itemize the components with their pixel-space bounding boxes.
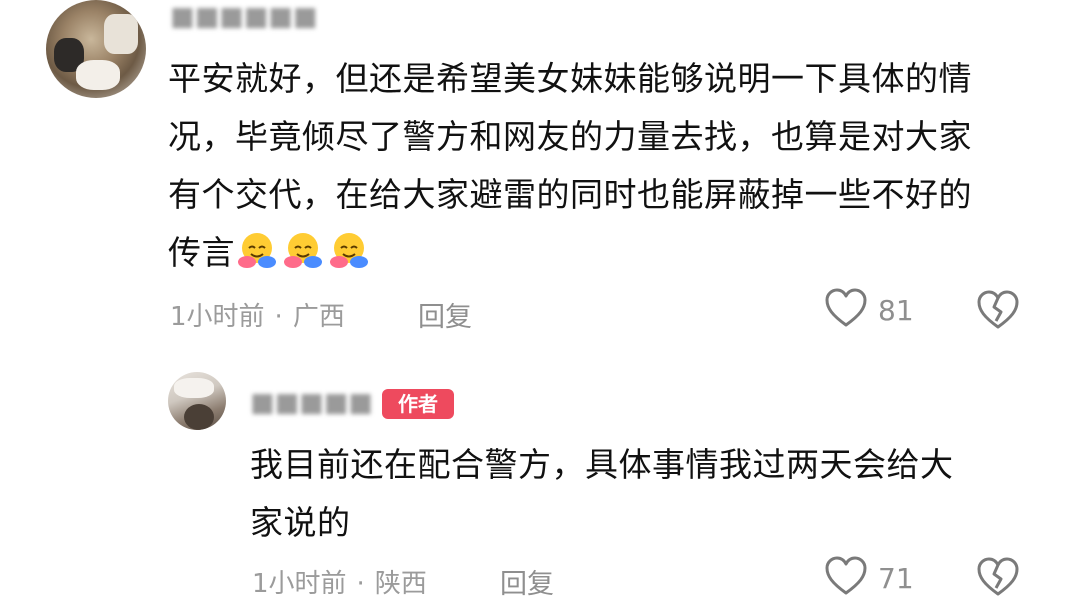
comment-region: 广西 [292,302,345,332]
comment-line: 有个交代，在给大家避雷的同时也能屏蔽掉一些不好的 [168,175,972,214]
reply-time: 1小时前 [252,569,347,599]
comment-line: 平安就好，但还是希望美女妹妹能够说明一下具体的情 [168,59,972,98]
reply-button[interactable]: 回复 [418,295,472,334]
hug-emoji-icon [235,228,279,272]
reply-meta: 1小时前 · 陕西 [252,563,427,600]
meta-separator: · [274,302,283,332]
like-button[interactable]: 81 [824,288,914,332]
heart-icon [824,556,868,600]
reply-region: 陕西 [374,569,427,599]
author-avatar[interactable] [168,372,226,430]
comment-line: 况，毕竟倾尽了警方和网友的力量去找，也算是对大家 [168,117,972,156]
comment-line: 传言 [168,233,235,272]
comment-thread: ■■■■■■ 平安就好，但还是希望美女妹妹能够说明一下具体的情 况，毕竟倾尽了警… [0,0,1074,602]
author-name-blurred[interactable]: ■■■■■ [250,388,373,418]
comment-time: 1小时前 [170,302,265,332]
dislike-button[interactable] [976,290,1020,334]
like-button[interactable]: 71 [824,556,914,600]
broken-heart-icon [976,290,1020,334]
hug-emoji-icon [327,228,371,272]
like-count: 71 [878,561,914,595]
reply-line: 家说的 [250,503,351,542]
reply-body: 我目前还在配合警方，具体事情我过两天会给大 家说的 [250,436,1040,552]
author-badge: 作者 [382,389,454,419]
reply-line: 我目前还在配合警方，具体事情我过两天会给大 [250,445,954,484]
comment-line-with-emojis: 传言 [168,224,1038,282]
commenter-name-blurred[interactable]: ■■■■■■ [170,2,317,32]
comment-meta: 1小时前 · 广西 [170,296,345,333]
broken-heart-icon [976,557,1020,601]
dislike-button[interactable] [976,557,1020,601]
commenter-avatar[interactable] [46,0,146,98]
meta-separator: · [356,569,365,599]
hug-emoji-icon [281,228,325,272]
heart-icon [824,288,868,332]
like-count: 81 [878,293,914,327]
comment-body: 平安就好，但还是希望美女妹妹能够说明一下具体的情 况，毕竟倾尽了警方和网友的力量… [168,50,1038,282]
reply-button[interactable]: 回复 [500,562,554,601]
